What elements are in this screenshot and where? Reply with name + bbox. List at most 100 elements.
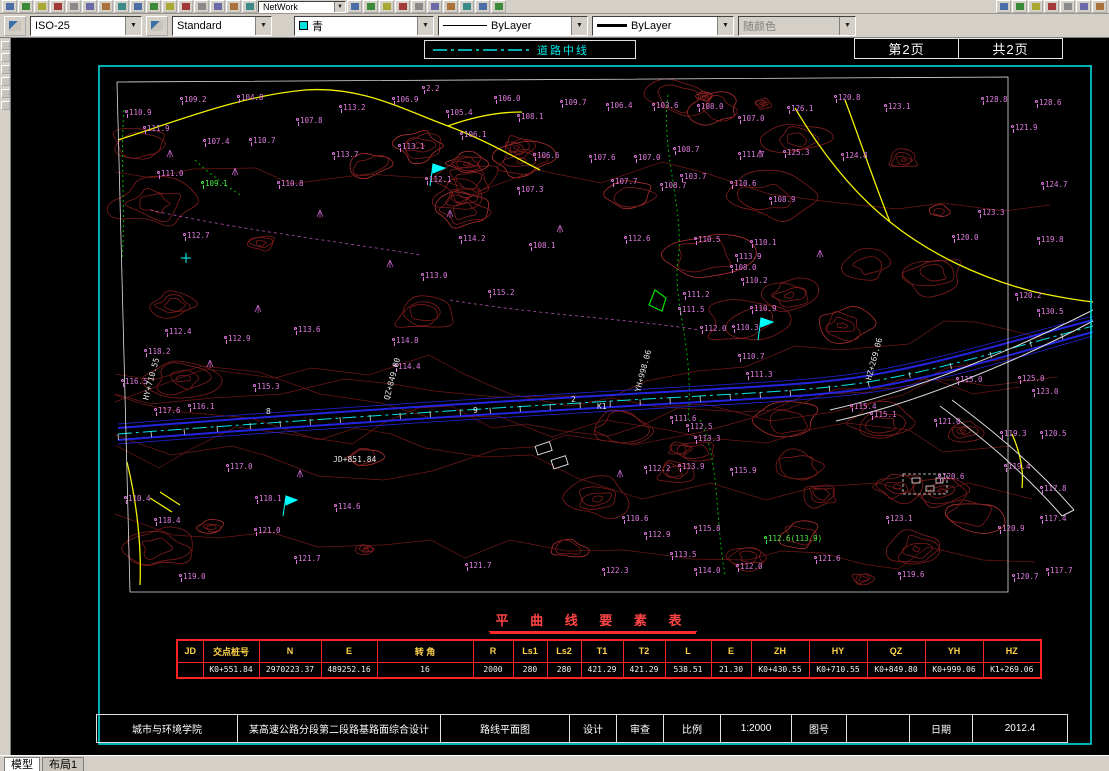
vegetation-boundary-lines <box>121 94 726 576</box>
linetype-sample-icon <box>443 25 487 26</box>
chainage-ticks <box>117 333 1064 441</box>
toolbar-icon[interactable] <box>226 0 241 13</box>
linetype-value: ByLayer <box>491 19 532 32</box>
toolbar-icon[interactable] <box>395 0 410 13</box>
toolbar-icon[interactable] <box>98 0 113 13</box>
toolbar-icon[interactable] <box>0 77 10 86</box>
toolbar-icon[interactable] <box>363 0 378 13</box>
curve-table-header: JD <box>176 639 204 663</box>
toolbar-icon[interactable] <box>1028 0 1043 13</box>
ucs-combo[interactable]: NetWork ▼ <box>258 1 346 13</box>
dim-style-select[interactable]: ISO-25 ▼ <box>30 15 142 36</box>
title-block-cell: 路线平面图 <box>440 714 570 743</box>
curve-table-header: N <box>258 639 322 663</box>
chevron-down-icon[interactable]: ▼ <box>255 16 271 35</box>
chevron-down-icon[interactable]: ▼ <box>571 16 587 35</box>
drawing-canvas[interactable]: 道路中线 第2页 共2页 109.2 104.8 107.8 113.2 106.9 2.… <box>0 38 1109 755</box>
toolbar-icon[interactable] <box>0 65 10 74</box>
toolbar-icon[interactable] <box>347 0 362 13</box>
toolbar-icon[interactable] <box>34 0 49 13</box>
top-toolbar-row: NetWork ▼ <box>0 0 1109 14</box>
curve-table-cell: K0+430.55 <box>750 661 810 679</box>
curve-table-cell: 280 <box>512 661 548 679</box>
toolbar-icon[interactable] <box>1060 0 1075 13</box>
toolbar-icon[interactable] <box>379 0 394 13</box>
toolbar-icon[interactable] <box>475 0 490 13</box>
chevron-down-icon[interactable]: ▼ <box>334 2 345 12</box>
toolbar-icon[interactable] <box>491 0 506 13</box>
tab-model[interactable]: 模型 <box>4 756 40 771</box>
text-style-icon[interactable] <box>146 15 168 36</box>
toolbar-icon[interactable] <box>0 53 10 62</box>
toolbar-icon[interactable] <box>82 0 97 13</box>
toolbar-icon[interactable] <box>194 0 209 13</box>
green-parcel-outline <box>648 289 667 312</box>
toolbar-icon[interactable] <box>210 0 225 13</box>
curve-element-table: JD 交点桩号 N E 转 角 R Ls1 Ls2 T1 T2 L E ZH HY QZ YH HZ K0+551… <box>176 639 1042 679</box>
curve-table-cell: K0+710.55 <box>808 661 868 679</box>
toolbar-icon[interactable] <box>66 0 81 13</box>
toolbar-icon[interactable] <box>242 0 257 13</box>
curve-table-header: E <box>320 639 378 663</box>
toolbar-icon[interactable] <box>0 89 10 98</box>
toolbar-icon[interactable] <box>178 0 193 13</box>
color-select[interactable]: 青 ▼ <box>294 15 434 36</box>
title-block-cell <box>846 714 910 743</box>
toolbar-icon[interactable] <box>1076 0 1091 13</box>
lineweight-select[interactable]: ByLayer ▼ <box>592 15 734 36</box>
curve-table-cell: 538.51 <box>664 661 712 679</box>
toolbar-icon[interactable] <box>411 0 426 13</box>
curve-table-section: 平 曲 线 要 素 表 JD 交点桩号 N E 转 角 R Ls1 Ls2 T1 T2 L E ZH HY… <box>176 610 1042 679</box>
color-swatch-cyan <box>299 21 308 30</box>
curve-table-cell: K0+999.06 <box>924 661 984 679</box>
toolbar-icon[interactable] <box>50 0 65 13</box>
toolbar-icon[interactable] <box>1044 0 1059 13</box>
chevron-down-icon[interactable]: ▼ <box>417 16 433 35</box>
dim-style-icon[interactable] <box>4 15 26 36</box>
linetype-select[interactable]: ByLayer ▼ <box>438 15 588 36</box>
curve-table-header: Ls1 <box>512 639 548 663</box>
plot-style-select[interactable]: 随颜色 ▼ <box>738 15 856 36</box>
title-block-cell: 2012.4 <box>972 714 1068 743</box>
lineweight-value: ByLayer <box>631 19 672 32</box>
toolbar-icon[interactable] <box>0 101 10 110</box>
chevron-down-icon[interactable]: ▼ <box>839 16 855 35</box>
left-docked-toolbar <box>0 38 11 755</box>
chevron-down-icon[interactable]: ▼ <box>125 16 141 35</box>
toolbar-icon[interactable] <box>1012 0 1027 13</box>
curve-table-header: HZ <box>982 639 1042 663</box>
legend-box: 道路中线 <box>424 40 636 59</box>
toolbar-icon[interactable] <box>2 0 17 13</box>
toolbar-icon[interactable] <box>146 0 161 13</box>
text-style-select[interactable]: Standard ▼ <box>172 15 272 36</box>
tab-layout1[interactable]: 布局1 <box>42 756 85 771</box>
toolbar-icon[interactable] <box>0 41 10 50</box>
title-block-cell: 图号 <box>791 714 847 743</box>
title-block-cell: 比例 <box>663 714 721 743</box>
toolbar-icon[interactable] <box>130 0 145 13</box>
curve-table-cell: K1+269.06 <box>982 661 1042 679</box>
toolbar-icon[interactable] <box>18 0 33 13</box>
toolbar-icon[interactable] <box>114 0 129 13</box>
toolbar-icon[interactable] <box>443 0 458 13</box>
toolbar-icon[interactable] <box>1092 0 1107 13</box>
title-block: 城市与环境学院 某高速公路分段第二段路基路面综合设计 路线平面图 设计 审查 比例 1:20… <box>96 714 1093 743</box>
toolbar-icon[interactable] <box>459 0 474 13</box>
curve-table-cell: 21.30 <box>710 661 752 679</box>
curve-table-header: ZH <box>750 639 810 663</box>
cad-application-window: NetWork ▼ ISO-25 ▼ Standard ▼ 青 ▼ ByLaye… <box>0 0 1109 771</box>
title-block-cell: 日期 <box>909 714 973 743</box>
legend-label: 道路中线 <box>537 44 589 57</box>
curve-table-header: T1 <box>580 639 624 663</box>
curve-table-cell: 421.29 <box>622 661 666 679</box>
curve-table-cell: 2970223.37 <box>258 661 322 679</box>
curve-table-cell: K0+551.84 <box>202 661 260 679</box>
chevron-down-icon[interactable]: ▼ <box>717 16 733 35</box>
curve-table-cell: 489252.16 <box>320 661 378 679</box>
toolbar-icon[interactable] <box>996 0 1011 13</box>
toolbar-icon[interactable] <box>162 0 177 13</box>
page-total: 共2页 <box>958 38 1063 59</box>
curve-table-cell: 421.29 <box>580 661 624 679</box>
toolbar-icon[interactable] <box>427 0 442 13</box>
properties-toolbar-row: ISO-25 ▼ Standard ▼ 青 ▼ ByLayer ▼ ByLaye… <box>0 14 1109 38</box>
